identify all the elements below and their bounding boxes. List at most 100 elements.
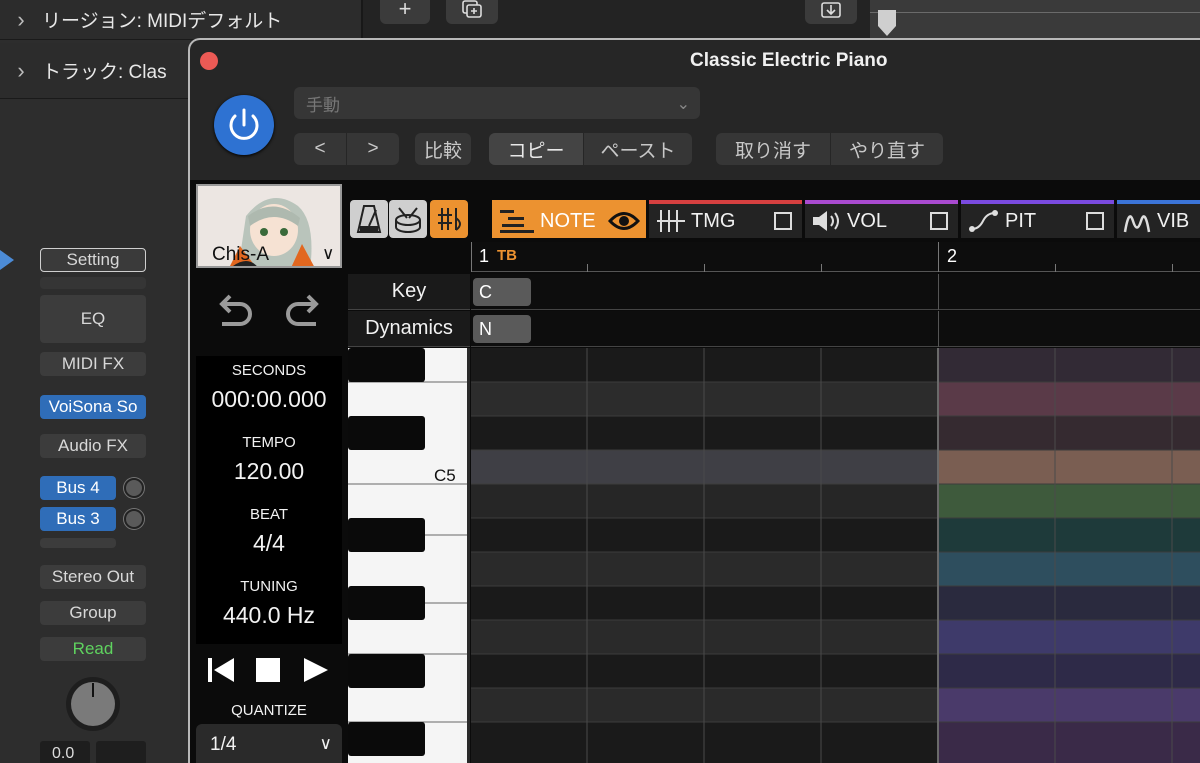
gain-slot[interactable] <box>40 277 146 289</box>
tab-note[interactable]: NOTE <box>492 200 646 238</box>
drum-button[interactable] <box>389 200 427 238</box>
chevron-right-icon[interactable]: › <box>0 58 42 84</box>
timing-icon <box>657 210 685 232</box>
copy-button[interactable]: コピー <box>489 133 583 165</box>
previous-preset-button[interactable]: < <box>294 133 346 165</box>
group-button[interactable]: Group <box>40 601 146 625</box>
peak-readout <box>96 741 146 763</box>
beat-tick <box>1055 264 1056 272</box>
divider <box>361 0 363 40</box>
bar-line <box>938 242 939 272</box>
beat-tick <box>1172 264 1173 272</box>
key-chip[interactable]: C <box>473 278 531 306</box>
chevron-right-icon[interactable]: › <box>0 7 42 33</box>
paste-button[interactable]: ペースト <box>584 133 692 165</box>
send-bus-4[interactable]: Bus 4 <box>40 476 116 500</box>
send-level-knob[interactable] <box>124 509 144 529</box>
channel-strip: Setting EQ MIDI FX VoiSona So Audio FX B… <box>30 245 154 763</box>
play-icon[interactable] <box>300 656 330 684</box>
empty-send-slot[interactable] <box>40 538 116 548</box>
tab-pitch-checkbox[interactable] <box>1086 212 1104 230</box>
tab-vibrato[interactable]: VIB <box>1117 200 1200 238</box>
tab-pitch[interactable]: PIT <box>961 200 1114 238</box>
power-button[interactable] <box>214 95 274 155</box>
beat-value[interactable]: 4/4 <box>196 530 342 557</box>
drum-icon <box>395 207 421 233</box>
beat-tick <box>587 264 588 272</box>
undo-icon[interactable] <box>212 290 256 334</box>
plus-icon: + <box>398 0 412 21</box>
chevron-down-icon: ∨ <box>319 734 332 753</box>
note-grid-canvas <box>471 348 1200 763</box>
tray-download-icon <box>821 2 841 18</box>
key-track[interactable]: C <box>471 274 1200 310</box>
send-bus-3[interactable]: Bus 3 <box>40 507 116 531</box>
bar-line <box>938 311 939 347</box>
pan-knob[interactable] <box>66 677 120 731</box>
seconds-label: SECONDS <box>231 362 307 379</box>
chevron-down-icon: ∨ <box>322 244 335 263</box>
timeline-ruler[interactable]: 1 TB 2 <box>471 242 1200 272</box>
tab-pitch-label: PIT <box>1005 209 1037 232</box>
note-grid[interactable] <box>471 348 1200 763</box>
tab-note-label: NOTE <box>540 209 596 232</box>
tuning-value[interactable]: 440.0 Hz <box>196 602 342 629</box>
preset-select[interactable]: 手動 ⌄ <box>294 87 700 119</box>
vibrato-icon <box>1123 215 1151 233</box>
tuning-label: TUNING <box>240 578 298 595</box>
piano-keys <box>348 348 470 763</box>
close-window-button[interactable] <box>200 52 218 70</box>
tab-volume-checkbox[interactable] <box>930 212 948 230</box>
track-selected-marker <box>0 250 14 270</box>
bar-line <box>938 274 939 310</box>
tempo-beat-marker[interactable]: TB <box>497 247 517 264</box>
tab-timing-checkbox[interactable] <box>774 212 792 230</box>
tab-volume[interactable]: VOL <box>805 200 958 238</box>
next-preset-button[interactable]: > <box>347 133 399 165</box>
region-label: リージョン: MIDIデフォルト <box>42 11 283 32</box>
undo-button[interactable]: 取り消す <box>716 133 830 165</box>
automation-mode-button[interactable]: Read <box>40 637 146 661</box>
bar-line <box>471 242 472 272</box>
stop-icon[interactable] <box>254 656 282 684</box>
key-row-label: Key <box>348 274 470 310</box>
instrument-slot[interactable]: VoiSona So <box>40 395 146 419</box>
singer-selector[interactable]: Chis-A ∨ <box>196 184 342 268</box>
beat-tick <box>704 264 705 272</box>
accidental-button[interactable] <box>430 200 468 238</box>
transport-controls <box>196 650 342 690</box>
volume-readout[interactable]: 0.0 <box>40 741 90 763</box>
region-inspector-header[interactable]: › リージョン: MIDIデフォルト <box>0 0 362 40</box>
tempo-label: TEMPO <box>242 434 296 451</box>
duplicate-icon <box>462 0 482 18</box>
audio-fx-slot[interactable]: Audio FX <box>40 434 146 458</box>
redo-button[interactable]: やり直す <box>831 133 943 165</box>
note-bars-icon <box>500 210 534 233</box>
piano-keyboard[interactable]: C5 <box>348 348 470 763</box>
redo-icon[interactable] <box>282 290 326 334</box>
quantize-select[interactable]: 1/4 ∨ <box>196 724 342 763</box>
dynamics-chip[interactable]: N <box>473 315 531 343</box>
add-track-button[interactable]: + <box>380 0 430 24</box>
bar-number: 1 <box>479 246 490 266</box>
eq-button[interactable]: EQ <box>40 295 146 343</box>
duplicate-track-button[interactable] <box>446 0 498 24</box>
sharp-flat-icon <box>438 208 461 231</box>
setting-button[interactable]: Setting <box>40 248 146 272</box>
midi-fx-slot[interactable]: MIDI FX <box>40 352 146 376</box>
go-to-start-icon[interactable] <box>206 656 236 684</box>
eye-icon[interactable] <box>608 210 640 232</box>
preset-value: 手動 <box>306 95 340 115</box>
send-level-knob[interactable] <box>124 478 144 498</box>
c5-key-label: C5 <box>434 466 456 485</box>
metronome-button[interactable] <box>350 200 388 238</box>
compare-button[interactable]: 比較 <box>415 133 471 165</box>
download-button[interactable] <box>805 0 857 24</box>
speaker-icon <box>813 211 839 231</box>
dynamics-track[interactable]: N <box>471 311 1200 347</box>
power-icon <box>229 108 259 140</box>
playhead-icon[interactable] <box>876 10 898 36</box>
output-button[interactable]: Stereo Out <box>40 565 146 589</box>
tab-timing[interactable]: TMG <box>649 200 802 238</box>
tempo-value[interactable]: 120.00 <box>196 458 342 485</box>
